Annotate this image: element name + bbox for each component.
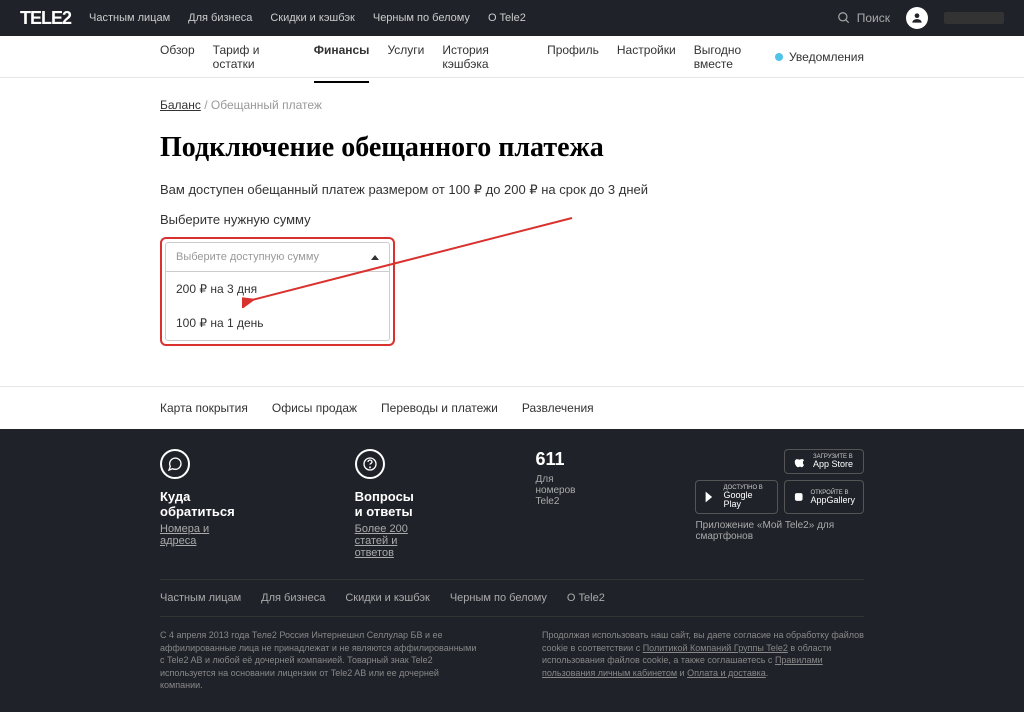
contact-title: Куда обратиться — [160, 489, 235, 519]
amount-dropdown[interactable]: Выберите доступную сумму 200 ₽ на 3 дня … — [165, 242, 390, 341]
notification-dot-icon — [775, 53, 783, 61]
sub-nav: Обзор Тариф и остатки Финансы Услуги Ист… — [160, 31, 775, 83]
sub-header: Обзор Тариф и остатки Финансы Услуги Ист… — [0, 36, 1024, 78]
page-description: Вам доступен обещанный платеж размером о… — [160, 182, 864, 198]
faq-title: Вопросы и ответы — [355, 489, 416, 519]
chat-icon — [160, 449, 190, 479]
dropdown-option-100[interactable]: 100 ₽ на 1 день — [166, 306, 389, 340]
tab-cashback-history[interactable]: История кэшбэка — [442, 31, 529, 83]
fbn-private[interactable]: Частным лицам — [160, 592, 241, 604]
user-name-blurred — [944, 12, 1004, 24]
help-icon — [355, 449, 385, 479]
logo[interactable]: TELE2 — [20, 8, 71, 29]
fbn-about[interactable]: О Tele2 — [567, 592, 605, 604]
googleplay-icon — [704, 490, 717, 504]
apple-icon — [793, 455, 807, 469]
top-header-left: TELE2 Частным лицам Для бизнеса Скидки и… — [20, 8, 526, 29]
dropdown-highlight-frame: Выберите доступную сумму 200 ₽ на 3 дня … — [160, 237, 395, 346]
notifications-label: Уведомления — [789, 50, 864, 64]
search-label: Поиск — [857, 11, 890, 25]
appgallery-badge[interactable]: ОТКРОЙТЕ ВAppGallery — [784, 480, 864, 514]
legal-link-delivery[interactable]: Оплата и доставка — [687, 668, 766, 678]
top-nav-about[interactable]: О Tele2 — [488, 12, 526, 24]
legal-right: Продолжая использовать наш сайт, вы дает… — [542, 629, 864, 692]
contact-link[interactable]: Номера и адреса — [160, 523, 235, 547]
dark-footer: Куда обратиться Номера и адреса Вопросы … — [0, 429, 1024, 712]
footer-col-phone: 611 Для номеров Tele2 — [536, 449, 576, 559]
footer-col-contact: Куда обратиться Номера и адреса — [160, 449, 235, 559]
support-number: 611 — [536, 449, 576, 470]
tab-finance[interactable]: Финансы — [314, 31, 370, 83]
search-icon — [837, 11, 851, 25]
tab-overview[interactable]: Обзор — [160, 31, 195, 83]
footer-tab-offices[interactable]: Офисы продаж — [272, 401, 357, 415]
tab-services[interactable]: Услуги — [387, 31, 424, 83]
user-icon — [910, 11, 924, 25]
notifications-button[interactable]: Уведомления — [775, 50, 864, 64]
breadcrumb-balance[interactable]: Баланс — [160, 98, 201, 112]
dropdown-options: 200 ₽ на 3 дня 100 ₽ на 1 день — [166, 271, 389, 340]
tab-together[interactable]: Выгодно вместе — [694, 31, 775, 83]
breadcrumb: Баланс / Обещанный платеж — [160, 98, 864, 112]
top-header-right: Поиск — [837, 7, 1004, 29]
tab-settings[interactable]: Настройки — [617, 31, 676, 83]
tab-profile[interactable]: Профиль — [547, 31, 599, 83]
breadcrumb-current: Обещанный платеж — [211, 98, 322, 112]
appstore-badge[interactable]: ЗАГРУЗИТЕ ВApp Store — [784, 449, 864, 474]
chevron-up-icon — [371, 255, 379, 260]
main-content: Баланс / Обещанный платеж Подключение об… — [0, 78, 1024, 386]
legal-left: С 4 апреля 2013 года Теле2 Россия Интерн… — [160, 629, 482, 692]
appgallery-icon — [793, 490, 804, 504]
footer-tab-coverage[interactable]: Карта покрытия — [160, 401, 248, 415]
top-nav-private[interactable]: Частным лицам — [89, 12, 170, 24]
fbn-cashback[interactable]: Скидки и кэшбэк — [345, 592, 430, 604]
search-button[interactable]: Поиск — [837, 11, 890, 25]
avatar[interactable] — [906, 7, 928, 29]
legal-link-policy[interactable]: Политикой Компаний Группы Tele2 — [643, 643, 788, 653]
top-nav-business[interactable]: Для бизнеса — [188, 12, 252, 24]
top-nav-cashback[interactable]: Скидки и кэшбэк — [270, 12, 355, 24]
dropdown-option-200[interactable]: 200 ₽ на 3 дня — [166, 272, 389, 306]
footer-bottom-nav: Частным лицам Для бизнеса Скидки и кэшбэ… — [160, 579, 864, 617]
top-nav-bw[interactable]: Черным по белому — [373, 12, 470, 24]
footer-col-faq: Вопросы и ответы Более 200 статей и отве… — [355, 449, 416, 559]
dropdown-header[interactable]: Выберите доступную сумму — [166, 243, 389, 271]
fbn-bw[interactable]: Черным по белому — [450, 592, 547, 604]
googleplay-badge[interactable]: ДОСТУПНО ВGoogle Play — [695, 480, 778, 514]
breadcrumb-sep: / — [201, 98, 211, 112]
legal-row: С 4 апреля 2013 года Теле2 Россия Интерн… — [160, 617, 864, 692]
select-label: Выберите нужную сумму — [160, 212, 864, 227]
footer-tab-entertainment[interactable]: Развлечения — [522, 401, 594, 415]
apps-label: Приложение «Мой Tele2» для смартфонов — [695, 520, 864, 542]
dropdown-placeholder: Выберите доступную сумму — [176, 251, 319, 263]
support-sub: Для номеров Tele2 — [536, 474, 576, 507]
footer-col-apps: ЗАГРУЗИТЕ ВApp Store ДОСТУПНО ВGoogle Pl… — [695, 449, 864, 559]
tab-tariff[interactable]: Тариф и остатки — [213, 31, 296, 83]
footer-tabs: Карта покрытия Офисы продаж Переводы и п… — [0, 386, 1024, 429]
footer-columns: Куда обратиться Номера и адреса Вопросы … — [160, 449, 864, 559]
page-title: Подключение обещанного платежа — [160, 132, 864, 164]
footer-tab-payments[interactable]: Переводы и платежи — [381, 401, 498, 415]
fbn-business[interactable]: Для бизнеса — [261, 592, 325, 604]
faq-link[interactable]: Более 200 статей и ответов — [355, 523, 416, 559]
